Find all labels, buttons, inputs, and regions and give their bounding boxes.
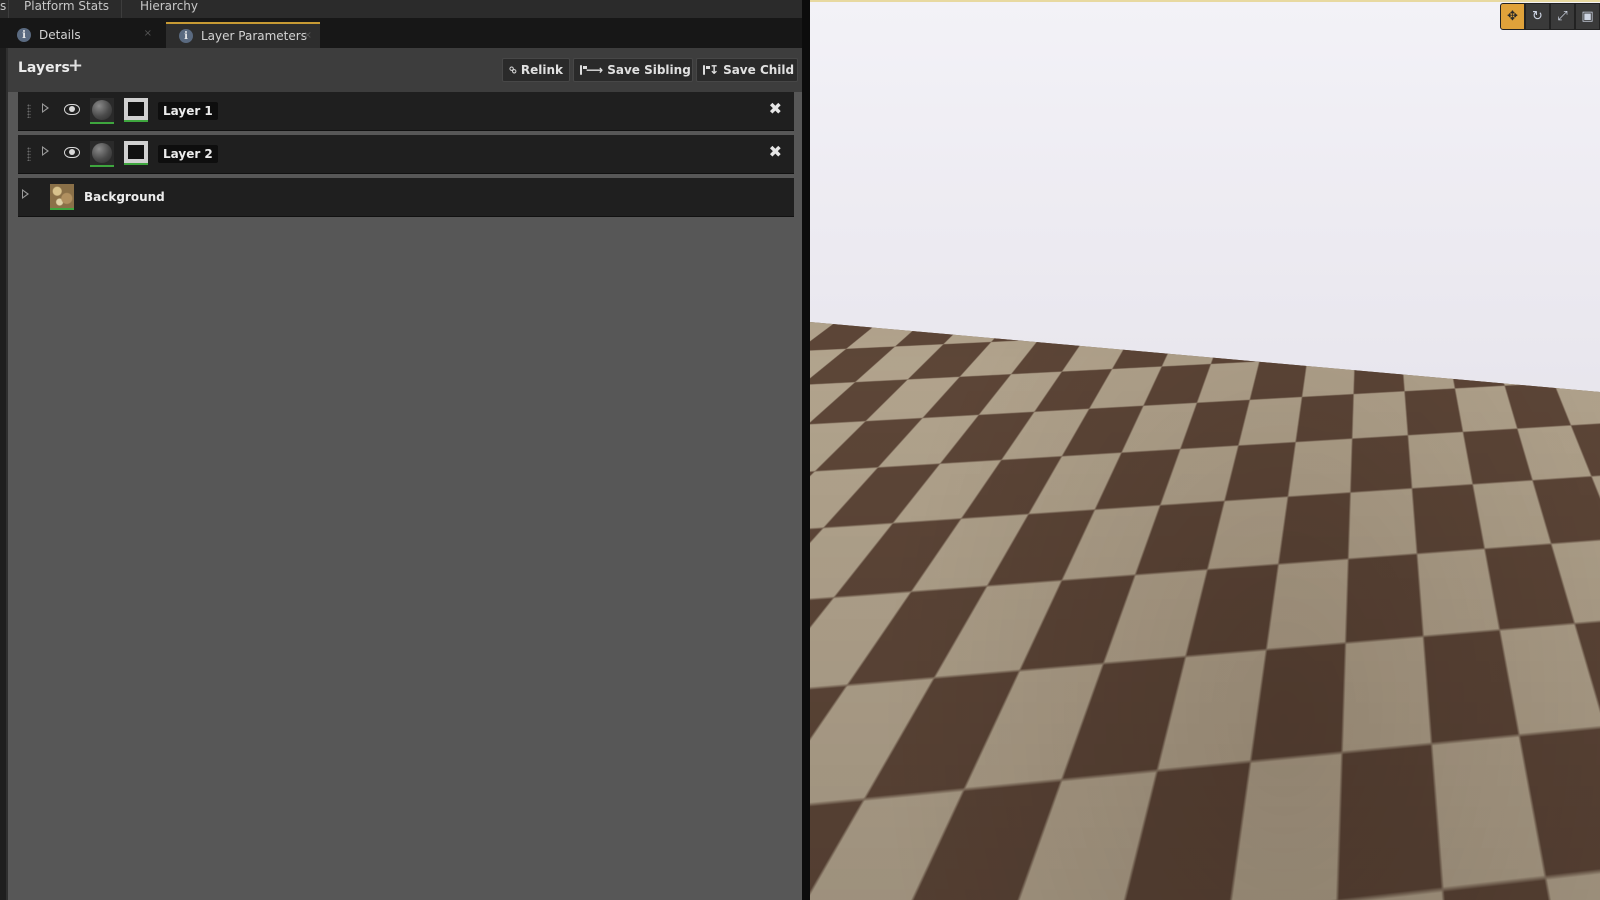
background-row[interactable]: Background: [18, 178, 794, 217]
eye-icon[interactable]: [64, 104, 80, 115]
layer-name[interactable]: Layer 2: [158, 145, 218, 163]
top-tab-bar: s Platform Stats Hierarchy: [0, 0, 806, 18]
viewport[interactable]: ✥ ↻ ⤢ ▣: [810, 0, 1600, 900]
transform-toolbar: ✥ ↻ ⤢ ▣: [1500, 3, 1600, 30]
material-layers-editor: s Platform Stats Hierarchy i Details × i…: [0, 0, 806, 900]
layers-header: Layers + Relink ⟶ Save Sibling ↧ Save Ch…: [8, 48, 804, 92]
panel-splitter[interactable]: [802, 0, 810, 900]
eye-icon[interactable]: [64, 147, 80, 158]
save-child-button[interactable]: ↧ Save Child: [696, 58, 798, 82]
blend-mask-thumbnail[interactable]: [124, 98, 148, 122]
tab-hierarchy[interactable]: Hierarchy: [140, 0, 220, 18]
expand-arrow-icon[interactable]: [22, 189, 29, 199]
link-icon: [509, 66, 517, 74]
save-sibling-button[interactable]: ⟶ Save Sibling: [573, 58, 693, 82]
close-tab-icon[interactable]: ×: [144, 28, 152, 39]
layer-parameters-panel: Layers + Relink ⟶ Save Sibling ↧ Save Ch…: [6, 48, 806, 900]
remove-layer-icon[interactable]: ✖: [769, 143, 782, 161]
save-child-label: Save Child: [723, 63, 795, 77]
background-name: Background: [84, 190, 165, 204]
drag-handle-icon[interactable]: [27, 104, 31, 118]
viewport-top-border: [810, 0, 1600, 2]
relink-label: Relink: [520, 63, 563, 77]
tab-platform-stats[interactable]: Platform Stats: [8, 0, 122, 18]
tab-layer-parameters-label: Layer Parameters: [201, 29, 307, 43]
close-tab-icon[interactable]: ×: [304, 30, 312, 41]
move-arrows-icon[interactable]: ✥: [1500, 3, 1525, 30]
layer-name[interactable]: Layer 1: [158, 102, 218, 120]
material-thumbnail[interactable]: [90, 98, 114, 124]
cube-icon[interactable]: ▣: [1575, 3, 1600, 30]
blend-mask-thumbnail[interactable]: [124, 141, 148, 165]
panel-tab-bar: i Details × i Layer Parameters ×: [0, 18, 806, 48]
expand-arrow-icon[interactable]: [42, 146, 49, 156]
drag-handle-icon[interactable]: [27, 147, 31, 161]
save-sibling-label: Save Sibling: [607, 63, 691, 77]
material-thumbnail[interactable]: [90, 141, 114, 167]
tab-layer-parameters[interactable]: i Layer Parameters ×: [166, 22, 320, 48]
scale-icon[interactable]: ⤢: [1550, 3, 1575, 30]
tab-details-label: Details: [39, 28, 81, 42]
add-layer-button[interactable]: +: [68, 56, 83, 76]
rotate-icon[interactable]: ↻: [1525, 3, 1550, 30]
relink-button[interactable]: Relink: [502, 58, 570, 82]
arrow-right-icon: ⟶: [586, 63, 604, 77]
layer-row[interactable]: Layer 2 ✖: [18, 135, 794, 174]
info-icon: i: [179, 29, 193, 43]
remove-layer-icon[interactable]: ✖: [769, 100, 782, 118]
background-material-thumbnail[interactable]: [50, 184, 74, 210]
info-icon: i: [17, 28, 31, 42]
tab-details[interactable]: i Details ×: [4, 22, 160, 48]
arrow-down-icon: ↧: [709, 63, 720, 77]
floppy-disk-icon: [703, 65, 710, 75]
floppy-disk-icon: [580, 65, 587, 75]
layer-row[interactable]: Layer 1 ✖: [18, 92, 794, 131]
layers-title: Layers: [18, 60, 70, 76]
expand-arrow-icon[interactable]: [42, 103, 49, 113]
